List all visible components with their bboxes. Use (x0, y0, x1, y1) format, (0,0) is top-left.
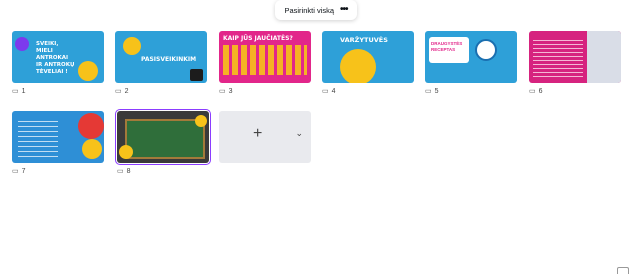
comment-icon[interactable]: ▭ (12, 167, 19, 175)
page-card-7[interactable]: ▭ 7 (12, 111, 104, 175)
clock-icon (475, 39, 497, 61)
comment-icon[interactable]: ▭ (529, 87, 536, 95)
slide-title: VARŽYTUVĖS (340, 36, 388, 44)
page-thumbnail[interactable] (529, 31, 621, 83)
emoji-icon (78, 61, 98, 81)
page-card-2[interactable]: PASISVEIKINKIM ▭ 2 (115, 31, 207, 95)
page-card-4[interactable]: VARŽYTUVĖS ▭ 4 (322, 31, 414, 95)
page-thumbnail[interactable]: PASISVEIKINKIM (115, 31, 207, 83)
slide-title: SVEIKI, MIELI ANTROKAI IR ANTROKŲ TĖVELI… (36, 41, 75, 75)
page-card-8[interactable]: ▭ 8 (115, 109, 211, 175)
page-card-5[interactable]: DRAUGYSTĖS RECEPTAS ▭ 5 (425, 31, 517, 95)
page-thumbnail[interactable] (115, 109, 211, 165)
badge-icon (190, 69, 203, 81)
page-number: 8 (126, 167, 131, 175)
page-thumbnail[interactable]: KAIP JŪS JAUČIATĖS? (219, 31, 311, 83)
comment-icon[interactable]: ▭ (12, 87, 19, 95)
emoji-icon (123, 37, 141, 55)
comment-icon[interactable]: ▭ (322, 87, 329, 95)
chevron-down-icon[interactable]: ⌄ (295, 128, 303, 139)
emoji-icon (78, 113, 104, 139)
page-thumbnail[interactable]: VARŽYTUVĖS (322, 31, 414, 83)
page-thumbnail[interactable] (12, 111, 104, 163)
page-number: 3 (228, 87, 233, 95)
more-options-icon[interactable]: ••• (340, 5, 348, 15)
text-block (533, 37, 583, 77)
select-all-bar: Pasirinkti viską ••• (275, 0, 357, 20)
plus-icon: + (253, 125, 263, 142)
page-number: 5 (434, 87, 439, 95)
page-card-3[interactable]: KAIP JŪS JAUČIATĖS? ▭ 3 (219, 31, 311, 95)
comment-icon[interactable]: ▭ (115, 87, 122, 95)
emoji-grid (223, 45, 307, 75)
slide-title: PASISVEIKINKIM (141, 56, 197, 63)
add-page-card[interactable]: + ⌄ (219, 111, 311, 163)
comment-icon[interactable]: ▭ (117, 167, 124, 175)
window-corner-icon (617, 267, 629, 274)
text-block (18, 121, 58, 157)
page-thumbnail[interactable]: DRAUGYSTĖS RECEPTAS (425, 31, 517, 83)
comment-icon[interactable]: ▭ (425, 87, 432, 95)
select-all-button[interactable]: Pasirinkti viską (284, 6, 334, 15)
emoji-icon (195, 115, 207, 127)
photo (587, 31, 621, 83)
add-page-button[interactable]: + ⌄ (219, 111, 311, 163)
page-card-1[interactable]: SVEIKI, MIELI ANTROKAI IR ANTROKŲ TĖVELI… (12, 31, 104, 95)
emoji-icon (15, 37, 29, 51)
chalkboard (125, 119, 205, 159)
page-thumbnail[interactable]: SVEIKI, MIELI ANTROKAI IR ANTROKŲ TĖVELI… (12, 31, 104, 83)
page-number: 6 (538, 87, 543, 95)
page-number: 4 (331, 87, 336, 95)
page-card-6[interactable]: ▭ 6 (529, 31, 621, 95)
page-number: 1 (21, 87, 26, 95)
page-number: 2 (124, 87, 129, 95)
emoji-icon (119, 145, 133, 159)
comment-icon[interactable]: ▭ (219, 87, 226, 95)
emoji-icon (340, 49, 376, 83)
emoji-icon (82, 139, 102, 159)
slide-title: KAIP JŪS JAUČIATĖS? (223, 35, 293, 42)
slide-title: DRAUGYSTĖS RECEPTAS (431, 41, 463, 52)
page-number: 7 (21, 167, 26, 175)
